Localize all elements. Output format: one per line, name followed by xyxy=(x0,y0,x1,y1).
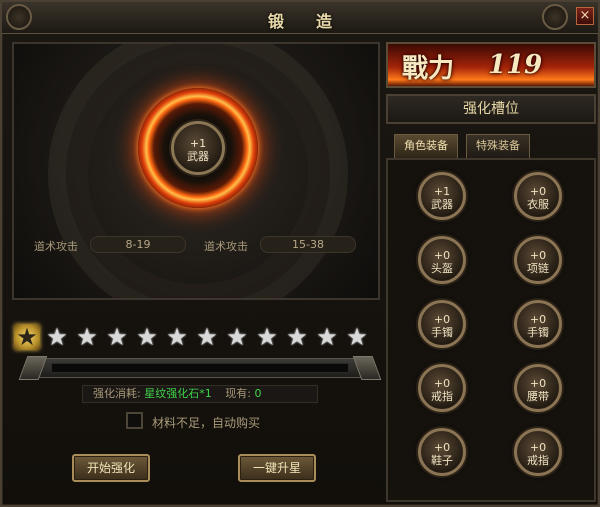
current-stat-value: 8-19 xyxy=(90,236,186,253)
cost-info: 强化消耗: 星纹强化石*1 现有: 0 xyxy=(82,385,318,403)
equipment-slot[interactable]: +0 腰带 xyxy=(514,364,562,412)
tab-character-equipment[interactable]: 角色装备 xyxy=(394,134,458,158)
close-button[interactable]: × xyxy=(576,7,594,25)
equipment-slot[interactable]: +0 衣服 xyxy=(514,172,562,220)
start-enhance-button[interactable]: 开始强化 xyxy=(72,454,150,482)
slot-level: +1 xyxy=(433,185,451,198)
equipment-slot[interactable]: +0 项链 xyxy=(514,236,562,284)
slot-name: 项链 xyxy=(527,262,549,275)
slots-header: 强化槽位 xyxy=(386,94,596,124)
window-title: 锻造 xyxy=(267,12,364,31)
star-icon: ★ xyxy=(196,323,218,351)
slot-level: +0 xyxy=(433,313,451,326)
slot-name: 手镯 xyxy=(431,326,453,339)
title-bar[interactable]: 锻造 × xyxy=(2,2,598,34)
combat-power-banner: 戰力 119 xyxy=(386,42,596,88)
slot-name: 腰带 xyxy=(527,390,549,403)
preview-item-slot[interactable]: +1 武器 xyxy=(171,121,225,175)
star-icon: ★ xyxy=(226,323,248,351)
star-icon: ★ xyxy=(346,323,368,351)
slot-name: 鞋子 xyxy=(431,454,453,467)
slot-level: +0 xyxy=(433,441,451,454)
slot-level: +0 xyxy=(433,249,451,262)
auto-buy-checkbox[interactable] xyxy=(126,412,143,429)
forge-window: 锻造 × +1 武器 道术攻击 8-19 道术攻击 15-38 ★ ★ ★ ★ ★ ★ ★ ★… xyxy=(0,0,600,507)
star-icon: ★ xyxy=(136,323,158,351)
item-preview-panel: +1 武器 道术攻击 8-19 道术攻击 15-38 xyxy=(12,42,380,300)
owned-count: 0 xyxy=(254,387,262,400)
equipment-slot[interactable]: +1 武器 xyxy=(418,172,466,220)
combat-power-label: 戰力 xyxy=(402,54,455,84)
star-icon: ★ xyxy=(286,323,308,351)
star-icon: ★ xyxy=(76,323,98,351)
cost-label: 强化消耗: xyxy=(93,387,141,400)
equipment-slot[interactable]: +0 手镯 xyxy=(418,300,466,348)
tab-special-equipment[interactable]: 特殊装备 xyxy=(466,134,530,158)
star-icon: ★ xyxy=(46,323,68,351)
progress-left-cap-icon xyxy=(18,356,48,380)
slot-name: 戒指 xyxy=(431,390,453,403)
next-stat-value: 15-38 xyxy=(260,236,356,253)
equipment-slot[interactable]: +0 手镯 xyxy=(514,300,562,348)
star-icon: ★ xyxy=(106,323,128,351)
slot-name: 武器 xyxy=(431,198,453,211)
star-icon: ★ xyxy=(256,323,278,351)
next-stat-label: 道术攻击 xyxy=(204,240,248,253)
slot-name: 手镯 xyxy=(527,326,549,339)
combat-power-value: 119 xyxy=(488,50,543,80)
cost-item-link[interactable]: 星纹强化石*1 xyxy=(144,387,212,400)
enhance-progress-bar xyxy=(18,356,382,380)
star-icon: ★ xyxy=(166,323,188,351)
equipment-slot[interactable]: +0 戒指 xyxy=(418,364,466,412)
equipment-slot-panel: +1 武器 +0 衣服 +0 头盔 +0 项链 +0 手镯 +0 手镯 +0 戒指 +0 腰带 +0 鞋子 +0 戒指 xyxy=(386,158,596,502)
star-icon: ★ xyxy=(14,324,40,350)
slot-name: 衣服 xyxy=(527,198,549,211)
slot-name: 戒指 xyxy=(527,454,549,467)
equipment-slot[interactable]: +0 戒指 xyxy=(514,428,562,476)
current-stat-label: 道术攻击 xyxy=(34,240,78,253)
preview-item-level: +1 xyxy=(189,137,207,150)
slot-name: 头盔 xyxy=(431,262,453,275)
slot-level: +0 xyxy=(529,185,547,198)
progress-track xyxy=(51,363,349,373)
one-click-star-button[interactable]: 一键升星 xyxy=(238,454,316,482)
preview-item-name: 武器 xyxy=(187,150,209,163)
equipment-slot[interactable]: +0 鞋子 xyxy=(418,428,466,476)
equipment-slot[interactable]: +0 头盔 xyxy=(418,236,466,284)
slot-level: +0 xyxy=(529,377,547,390)
slot-level: +0 xyxy=(529,441,547,454)
star-icon: ★ xyxy=(316,323,338,351)
slot-level: +0 xyxy=(529,249,547,262)
slot-level: +0 xyxy=(433,377,451,390)
slot-level: +0 xyxy=(529,313,547,326)
auto-buy-label: 材料不足，自动购买 xyxy=(152,416,261,430)
owned-label: 现有: xyxy=(225,387,251,400)
progress-right-cap-icon xyxy=(352,356,382,380)
corner-ornament-icon xyxy=(542,4,568,30)
